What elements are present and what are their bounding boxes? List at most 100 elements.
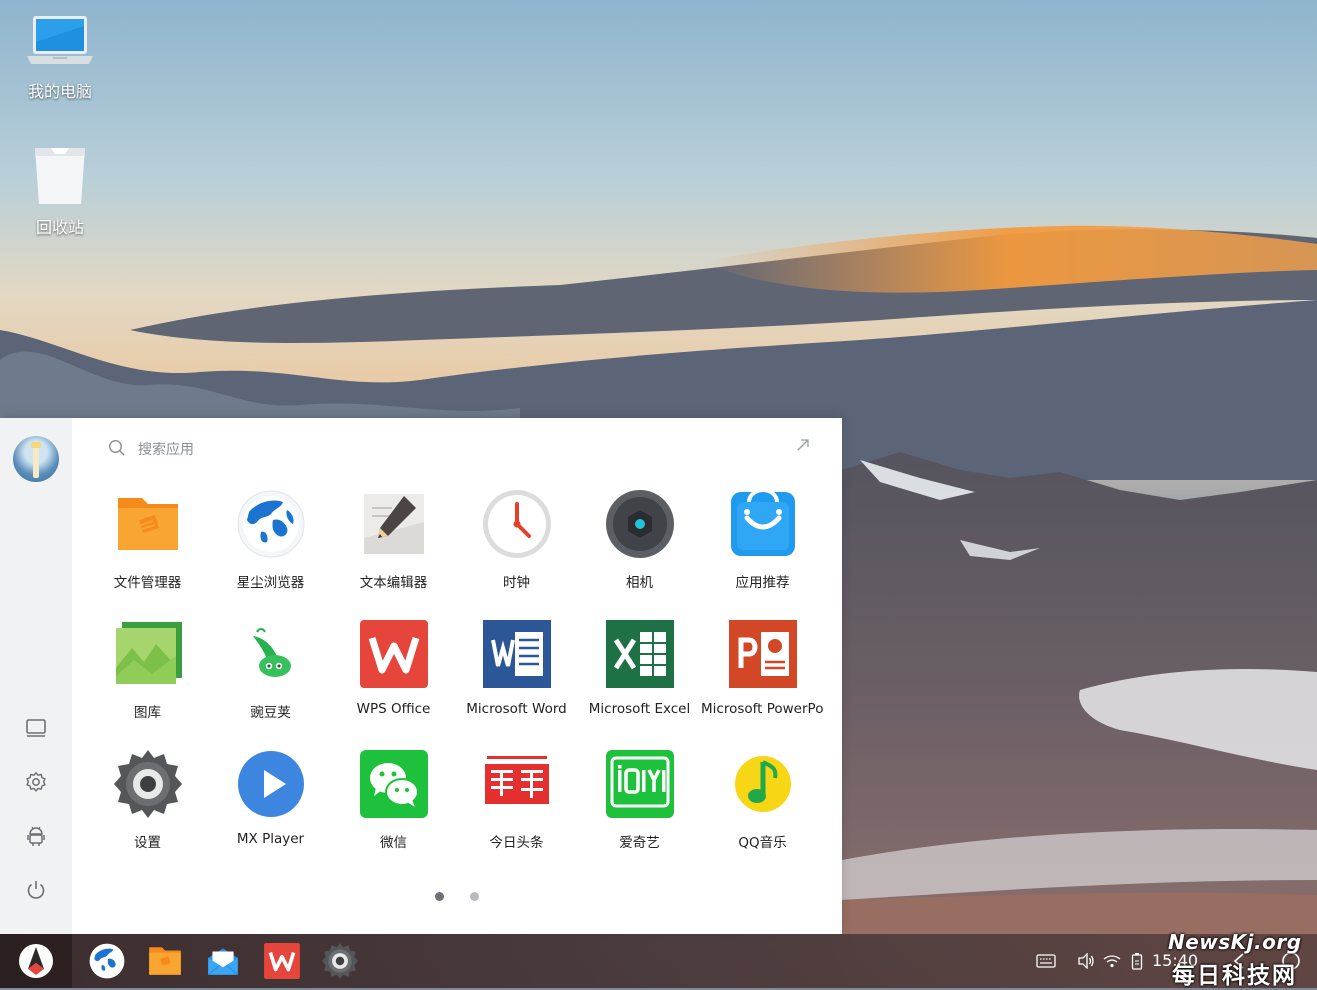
battery-button[interactable] [1125, 934, 1149, 988]
qq-music-icon [735, 756, 791, 812]
app-mx-player[interactable]: MX Player [209, 748, 332, 868]
page-dot-2[interactable] [470, 892, 479, 901]
taskbar-file-manager[interactable] [146, 942, 184, 980]
start-logo-icon [19, 944, 53, 978]
folder-icon [149, 947, 181, 975]
desktop-icon-my-computer[interactable]: 我的电脑 [0, 12, 120, 102]
shopping-bag-icon [731, 488, 795, 556]
back-button[interactable] [1226, 934, 1252, 988]
toutiao-icon [483, 754, 551, 814]
app-wechat[interactable]: 微信 [332, 748, 455, 868]
back-icon [1233, 953, 1244, 969]
settings-icon [26, 772, 46, 792]
app-settings[interactable]: 设置 [86, 748, 209, 868]
show-desktop-button[interactable] [22, 714, 50, 742]
keyboard-icon [1036, 954, 1056, 968]
gear-icon [322, 943, 358, 979]
taskbar-browser[interactable] [88, 942, 126, 980]
expand-menu-button[interactable] [794, 436, 814, 458]
app-microsoft-word[interactable]: Microsoft Word [455, 618, 578, 738]
desktop-icon-label: 我的电脑 [27, 82, 92, 101]
android-button[interactable] [22, 822, 50, 850]
desktop-icon-label: 回收站 [35, 218, 84, 237]
battery-icon [1131, 953, 1143, 970]
app-label: MX Player [236, 831, 305, 847]
user-avatar[interactable] [13, 436, 59, 482]
start-menu: 文件管理器 星尘浏览器 [0, 418, 842, 934]
app-wps-office[interactable]: WPS Office [332, 618, 455, 738]
app-wandoujia[interactable]: 豌豆荚 [209, 618, 332, 738]
app-text-editor[interactable]: 文本编辑器 [332, 488, 455, 608]
clock-icon [483, 490, 551, 558]
play-icon [238, 751, 304, 817]
taskbar-settings[interactable] [321, 942, 359, 980]
globe-browser-icon [89, 943, 125, 979]
volume-button[interactable] [1073, 934, 1099, 988]
laptop-icon [27, 16, 93, 64]
app-search-bar [106, 436, 836, 464]
app-label: 微信 [380, 835, 407, 851]
search-icon [108, 439, 125, 456]
app-label: 豌豆荚 [250, 705, 291, 721]
expand-arrow-icon [797, 439, 809, 451]
app-store[interactable]: 应用推荐 [701, 488, 824, 608]
search-input[interactable] [136, 436, 740, 464]
app-microsoft-powerpoint[interactable]: Microsoft PowerPoint [701, 618, 824, 738]
wechat-icon [360, 750, 428, 818]
page-indicator [72, 892, 842, 904]
app-label: 今日头条 [489, 835, 544, 851]
gallery-icon [116, 622, 182, 684]
app-label: 图库 [134, 705, 161, 721]
android-icon [27, 826, 45, 846]
app-label: 爱奇艺 [619, 835, 660, 851]
taskbar-wps[interactable] [263, 942, 301, 980]
app-file-manager[interactable]: 文件管理器 [86, 488, 209, 608]
app-label: QQ音乐 [738, 835, 787, 851]
clock[interactable]: 15:40 [1152, 951, 1198, 970]
desktop-icon [26, 719, 46, 737]
app-label: 文件管理器 [113, 575, 182, 591]
word-icon [483, 620, 551, 688]
app-toutiao[interactable]: 今日头条 [455, 748, 578, 868]
home-icon [1282, 952, 1300, 970]
app-browser[interactable]: 星尘浏览器 [209, 488, 332, 608]
app-label: WPS Office [356, 701, 431, 717]
settings-button[interactable] [22, 768, 50, 796]
app-gallery[interactable]: 图库 [86, 618, 209, 738]
app-camera[interactable]: 相机 [578, 488, 701, 608]
power-icon [27, 881, 45, 899]
start-menu-main: 文件管理器 星尘浏览器 [72, 418, 842, 934]
taskbar: 15:40 [0, 934, 1317, 988]
start-button[interactable] [0, 934, 72, 988]
volume-icon [1078, 953, 1094, 969]
trash-icon [35, 148, 85, 204]
wifi-icon [1103, 955, 1121, 968]
start-menu-sidebar [0, 418, 72, 934]
folder-icon [118, 498, 178, 550]
taskbar-mail[interactable] [204, 942, 242, 980]
home-button[interactable] [1278, 934, 1304, 988]
app-qq-music[interactable]: QQ音乐 [701, 748, 824, 868]
iqiyi-icon [606, 750, 674, 818]
excel-icon [606, 620, 674, 688]
app-label: Microsoft Word [466, 701, 567, 717]
desktop-icon-recycle-bin[interactable]: 回收站 [0, 142, 120, 238]
app-clock[interactable]: 时钟 [455, 488, 578, 608]
wps-icon [360, 620, 428, 688]
app-microsoft-excel[interactable]: Microsoft Excel [578, 618, 701, 738]
powerpoint-icon [729, 620, 797, 688]
power-button[interactable] [22, 876, 50, 904]
pea-pod-icon [253, 628, 291, 677]
app-iqiyi[interactable]: 爱奇艺 [578, 748, 701, 868]
pen-editor-icon [364, 494, 424, 554]
keyboard-button[interactable] [1032, 934, 1060, 988]
app-label: 应用推荐 [735, 575, 790, 591]
globe-browser-icon [237, 490, 305, 558]
app-label: 时钟 [503, 575, 530, 591]
page-dot-1[interactable] [435, 892, 444, 901]
mail-icon [207, 948, 239, 976]
app-label: 设置 [134, 835, 161, 851]
app-label: 文本编辑器 [359, 575, 428, 591]
app-label: 相机 [626, 575, 653, 591]
wifi-button[interactable] [1099, 934, 1125, 988]
